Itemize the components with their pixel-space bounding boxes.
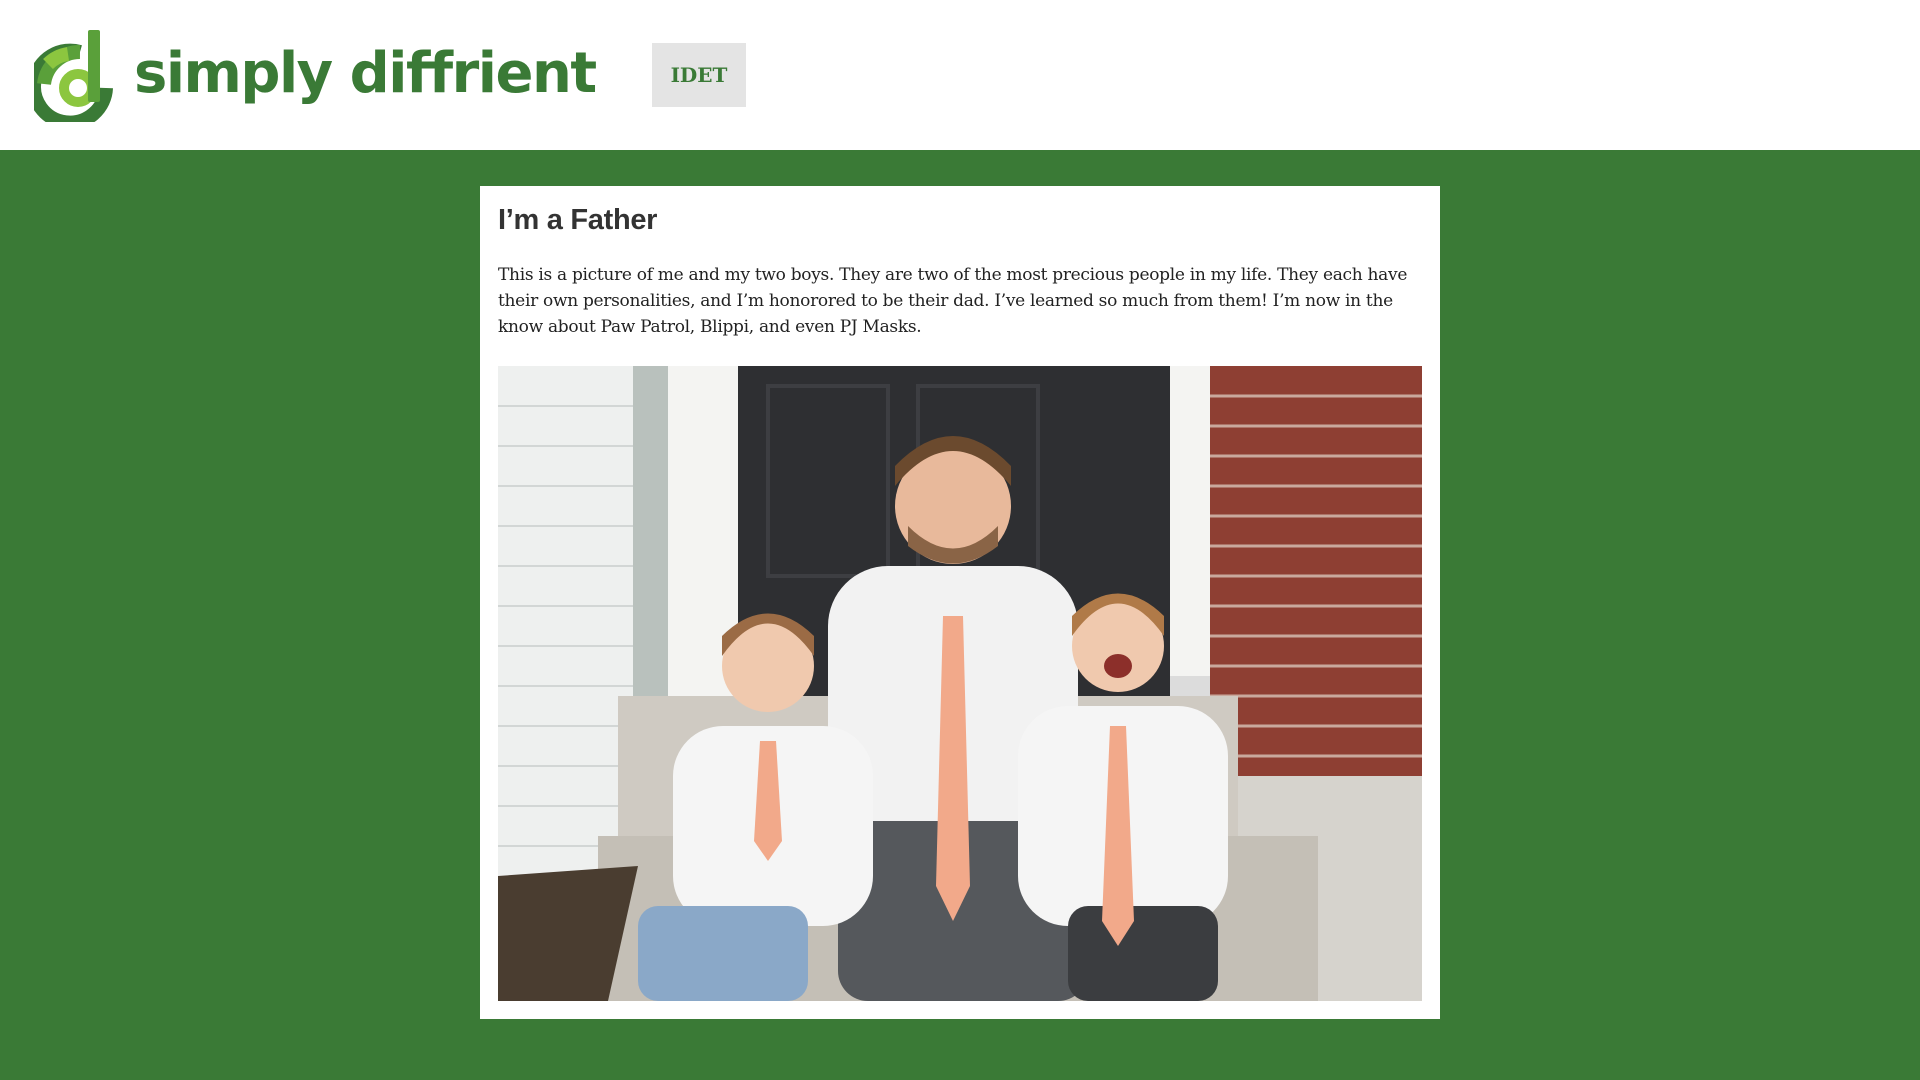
- post-card: I’m a Father This is a picture of me and…: [480, 186, 1440, 1019]
- family-photo: [498, 366, 1422, 1001]
- site-name: simply diffrient: [134, 41, 597, 106]
- site-header: simply diffrient IDET: [0, 0, 1920, 150]
- post-body: This is a picture of me and my two boys.…: [498, 265, 1408, 337]
- logo-mark-icon: [34, 30, 113, 122]
- idet-button[interactable]: IDET: [652, 43, 746, 107]
- site-logo[interactable]: simply diffrient: [34, 26, 597, 122]
- post-title: I’m a Father: [498, 204, 658, 236]
